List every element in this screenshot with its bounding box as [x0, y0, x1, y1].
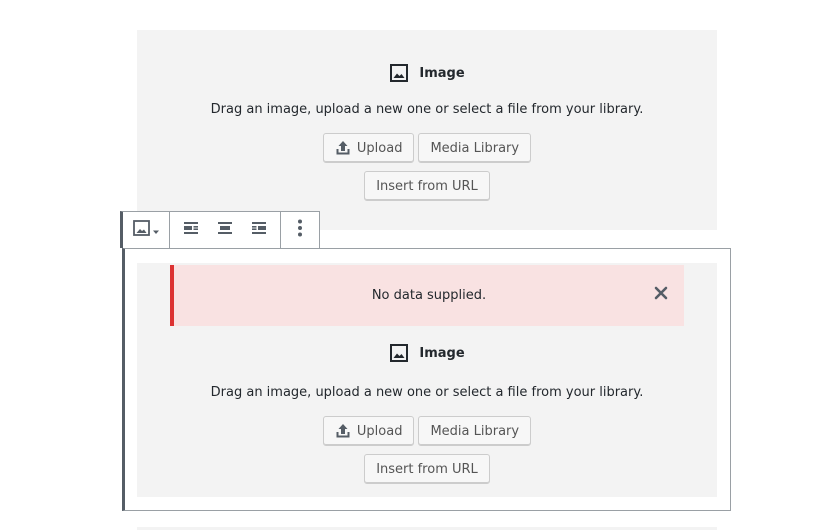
align-left-icon	[182, 219, 200, 241]
image-icon	[389, 63, 409, 83]
image-block-placeholder[interactable]: Image Drag an image, upload a new one or…	[137, 30, 717, 230]
block-switcher-button[interactable]	[127, 212, 165, 248]
caret-down-icon	[152, 221, 160, 240]
align-right-button[interactable]	[242, 212, 276, 248]
placeholder-label-text: Image	[419, 65, 465, 81]
placeholder-url-row: Insert from URL	[137, 171, 717, 201]
block-switcher-group	[123, 212, 170, 248]
upload-button[interactable]: Upload	[322, 133, 415, 163]
block-toolbar	[120, 211, 320, 248]
selected-block-outline	[122, 248, 731, 511]
media-library-button[interactable]: Media Library	[418, 133, 532, 163]
align-left-button[interactable]	[174, 212, 208, 248]
upload-icon	[335, 140, 351, 156]
more-options-group	[281, 212, 319, 248]
align-center-button[interactable]	[208, 212, 242, 248]
placeholder-buttons: Upload Media Library	[137, 133, 717, 163]
upload-button-label: Upload	[356, 140, 403, 156]
more-vertical-icon	[297, 218, 303, 242]
insert-from-url-button[interactable]: Insert from URL	[364, 171, 490, 201]
align-right-icon	[250, 219, 268, 241]
editor-canvas: Image Drag an image, upload a new one or…	[0, 0, 831, 530]
align-center-icon	[216, 219, 234, 241]
alignment-group	[170, 212, 281, 248]
image-icon	[132, 218, 152, 242]
placeholder-label: Image	[137, 63, 717, 83]
placeholder-instructions: Drag an image, upload a new one or selec…	[210, 102, 644, 117]
more-options-button[interactable]	[285, 212, 315, 248]
